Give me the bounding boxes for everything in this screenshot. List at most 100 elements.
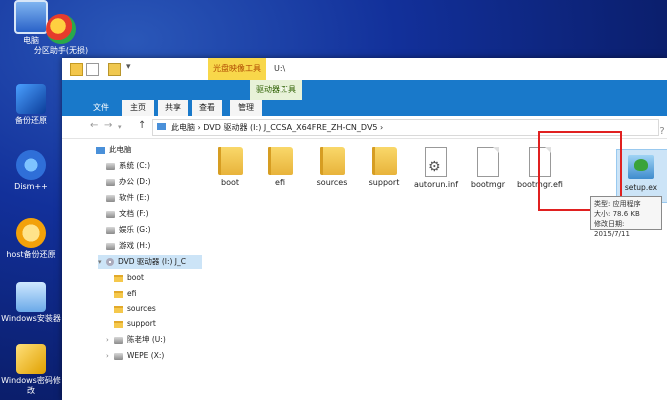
drive-icon (114, 352, 123, 360)
drive-icon (106, 242, 115, 250)
file-name: bootmgr (470, 180, 506, 189)
settings-file-icon: ⚙ (425, 147, 447, 177)
nav-item-drive-e[interactable]: 软件 (E:) (106, 191, 150, 205)
file-item-boot[interactable]: boot (204, 139, 256, 187)
drive-icon (106, 194, 115, 202)
drive-icon (106, 162, 115, 170)
nav-item-label: 文档 (F:) (119, 209, 149, 218)
file-item-support[interactable]: support (358, 139, 410, 187)
folder-icon (319, 147, 345, 175)
new-folder-icon[interactable] (108, 63, 121, 76)
nav-item-drive-c[interactable]: 系统 (C:) (106, 159, 150, 173)
ribbon-expand-icon[interactable]: ? (657, 126, 667, 140)
file-name: efi (275, 178, 285, 187)
computer-icon (96, 146, 105, 154)
chevron-right-icon[interactable]: › (106, 349, 114, 363)
forward-arrow-icon[interactable]: → (104, 120, 112, 131)
nav-item-label: 软件 (E:) (119, 193, 150, 202)
drive-icon (106, 210, 115, 218)
nav-item-drive-u[interactable]: › 陈老坤 (U:) (106, 333, 166, 347)
file-tooltip: 类型: 应用程序 大小: 78.6 KB 修改日期: 2015/7/11 (590, 196, 662, 238)
desktop-icon-ghost[interactable]: host备份还原 (0, 218, 62, 260)
partition-icon (46, 14, 76, 44)
windows-install-icon (16, 282, 46, 312)
nav-item-label: sources (127, 304, 156, 313)
properties-icon[interactable] (70, 63, 83, 76)
breadcrumb[interactable]: 此电脑 › DVD 驱动器 (I:) J_CCSA_X64FRE_ZH-CN_D… (171, 120, 383, 135)
chevron-right-icon[interactable]: › (106, 333, 114, 347)
nav-item-sources[interactable]: sources (114, 302, 156, 316)
file-name: boot (220, 178, 239, 187)
tooltip-modified: 修改日期: 2015/7/11 (594, 220, 630, 238)
folder-icon (267, 147, 293, 175)
desktop-icon-dism[interactable]: Dism++ (0, 150, 62, 192)
explorer-window: ▾ 光盘映像工具 U:\ 驱动器工具 I:\ 文件 主页 共享 查看 管理 ← … (62, 58, 667, 400)
nav-item-boot[interactable]: boot (114, 271, 144, 285)
tab-file[interactable]: 文件 (86, 100, 116, 116)
tab-home[interactable]: 主页 (122, 100, 154, 116)
folder-icon (114, 305, 123, 313)
key-icon (16, 344, 46, 374)
folder-icon (114, 274, 123, 282)
quick-access-dropdown-icon[interactable]: ▾ (126, 62, 131, 72)
optical-image-tools-tab[interactable]: 光盘映像工具 (208, 58, 266, 80)
nav-item-drive-d[interactable]: 办公 (D:) (106, 175, 151, 189)
drive-icon (106, 178, 115, 186)
desktop-icon-label: Windows密码修改 (1, 376, 61, 395)
desktop-icon-password[interactable]: Windows密码修改 (0, 344, 62, 396)
desktop-icon-windows-install[interactable]: Windows安装器 (0, 282, 62, 324)
file-name: support (368, 178, 400, 187)
title-bar: ▾ 光盘映像工具 U:\ (62, 58, 667, 81)
this-pc-icon (157, 123, 166, 130)
chevron-down-icon[interactable]: ▾ (98, 255, 106, 269)
nav-item-efi[interactable]: efi (114, 287, 136, 301)
dvd-icon (106, 258, 114, 266)
desktop-icon-label: 分区助手(无损) (33, 46, 89, 55)
navigation-pane: 此电脑 系统 (C:) 办公 (D:) 软件 (E:) 文档 (F:) 娱乐 (… (62, 139, 202, 400)
nav-item-drive-h[interactable]: 游戏 (H:) (106, 239, 150, 253)
file-name: sources (316, 178, 348, 187)
nav-item-label: 陈老坤 (U:) (127, 335, 166, 344)
nav-item-dvd-drive[interactable]: ▾ DVD 驱动器 (I:) J_C (98, 255, 202, 269)
file-item-sources[interactable]: sources (306, 139, 358, 187)
file-icon (477, 147, 499, 177)
desktop-icon-partition[interactable]: 分区助手(无损) (30, 14, 92, 56)
nav-item-label: support (127, 319, 156, 328)
dism-icon (16, 150, 46, 180)
nav-item-drive-f[interactable]: 文档 (F:) (106, 207, 149, 221)
back-arrow-icon[interactable]: ← (90, 120, 98, 131)
nav-item-label: boot (127, 273, 144, 282)
desktop-icon-label: Windows安装器 (1, 314, 61, 323)
file-item-bootmgr[interactable]: bootmgr (462, 139, 514, 189)
context-ribbon: 驱动器工具 I:\ (62, 80, 667, 100)
ribbon-tabs: 文件 主页 共享 查看 管理 (62, 100, 667, 118)
nav-item-label: DVD 驱动器 (I:) J_C (118, 257, 186, 266)
folder-icon (217, 147, 243, 175)
recent-locations-icon[interactable]: ▾ (118, 123, 122, 131)
nav-item-label: 办公 (D:) (119, 177, 151, 186)
nav-item-label: efi (127, 289, 137, 298)
folder-icon (371, 147, 397, 175)
file-item-efi[interactable]: efi (254, 139, 306, 187)
nav-item-label: WEPE (X:) (127, 351, 165, 360)
desktop-icon-label: host备份还原 (6, 250, 56, 259)
tab-share[interactable]: 共享 (158, 100, 188, 116)
file-name: autorun.inf (413, 180, 459, 189)
nav-item-drive-x[interactable]: › WEPE (X:) (106, 349, 164, 363)
tab-view[interactable]: 查看 (192, 100, 222, 116)
nav-item-support[interactable]: support (114, 317, 156, 331)
nav-item-drive-g[interactable]: 娱乐 (G:) (106, 223, 151, 237)
new-doc-icon[interactable] (86, 63, 99, 76)
folder-icon (114, 320, 123, 328)
tooltip-type: 类型: 应用程序 (594, 200, 641, 208)
folder-icon (114, 290, 123, 298)
drive-icon (114, 336, 123, 344)
drive-tools-tab[interactable]: 驱动器工具 (250, 80, 302, 100)
file-item-autorun[interactable]: ⚙ autorun.inf (410, 139, 462, 189)
nav-item-label: 游戏 (H:) (119, 241, 151, 250)
window-title: U:\ (274, 64, 286, 73)
desktop-icon-label: 备份还原 (15, 116, 47, 125)
nav-item-this-pc[interactable]: 此电脑 (96, 143, 132, 157)
desktop-icon-backup[interactable]: 备份还原 (0, 84, 62, 126)
up-arrow-icon[interactable]: ↑ (138, 120, 146, 131)
